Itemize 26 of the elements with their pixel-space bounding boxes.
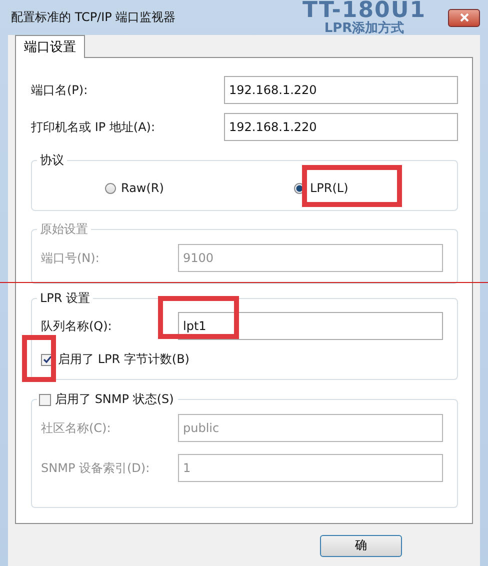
window-title: 配置标准的 TCP/IP 端口监视器	[10, 9, 176, 26]
checkbox-label[interactable]: 启用了 SNMP 状态(S)	[55, 391, 174, 408]
group-title: 原始设置	[37, 221, 91, 238]
checkbox-label[interactable]: 启用了 LPR 字节计数(B)	[58, 351, 190, 368]
field-label: 队列名称(Q):	[41, 318, 113, 334]
close-button[interactable]	[448, 8, 480, 26]
field-label: 社区名称(C):	[41, 420, 112, 436]
radio-label[interactable]: LPR(L)	[310, 181, 348, 195]
input-field[interactable]: 192.168.1.220	[224, 113, 458, 141]
group-title: 协议	[37, 152, 67, 169]
input-field[interactable]: lpt1	[178, 312, 443, 340]
checkmark-icon	[42, 355, 52, 364]
highlight-frame	[22, 335, 56, 382]
radio-button[interactable]	[105, 182, 116, 194]
field-label: SNMP 设备索引(D):	[41, 460, 151, 476]
close-icon	[460, 13, 468, 22]
checkbox[interactable]	[39, 394, 51, 406]
ok-button[interactable]: 确	[320, 534, 402, 556]
field-label: 端口名(P):	[31, 82, 89, 98]
caption-text: TT-180U1	[302, 0, 426, 22]
caption-subtitle: LPR添加方式	[324, 22, 404, 35]
tab[interactable]: 端口设置	[15, 35, 85, 58]
field-label: 打印机名或 IP 地址(A):	[31, 118, 156, 136]
input-field[interactable]: 192.168.1.220	[224, 76, 458, 104]
radio-label[interactable]: Raw(R)	[121, 181, 164, 195]
field-label: 端口号(N):	[41, 250, 100, 266]
